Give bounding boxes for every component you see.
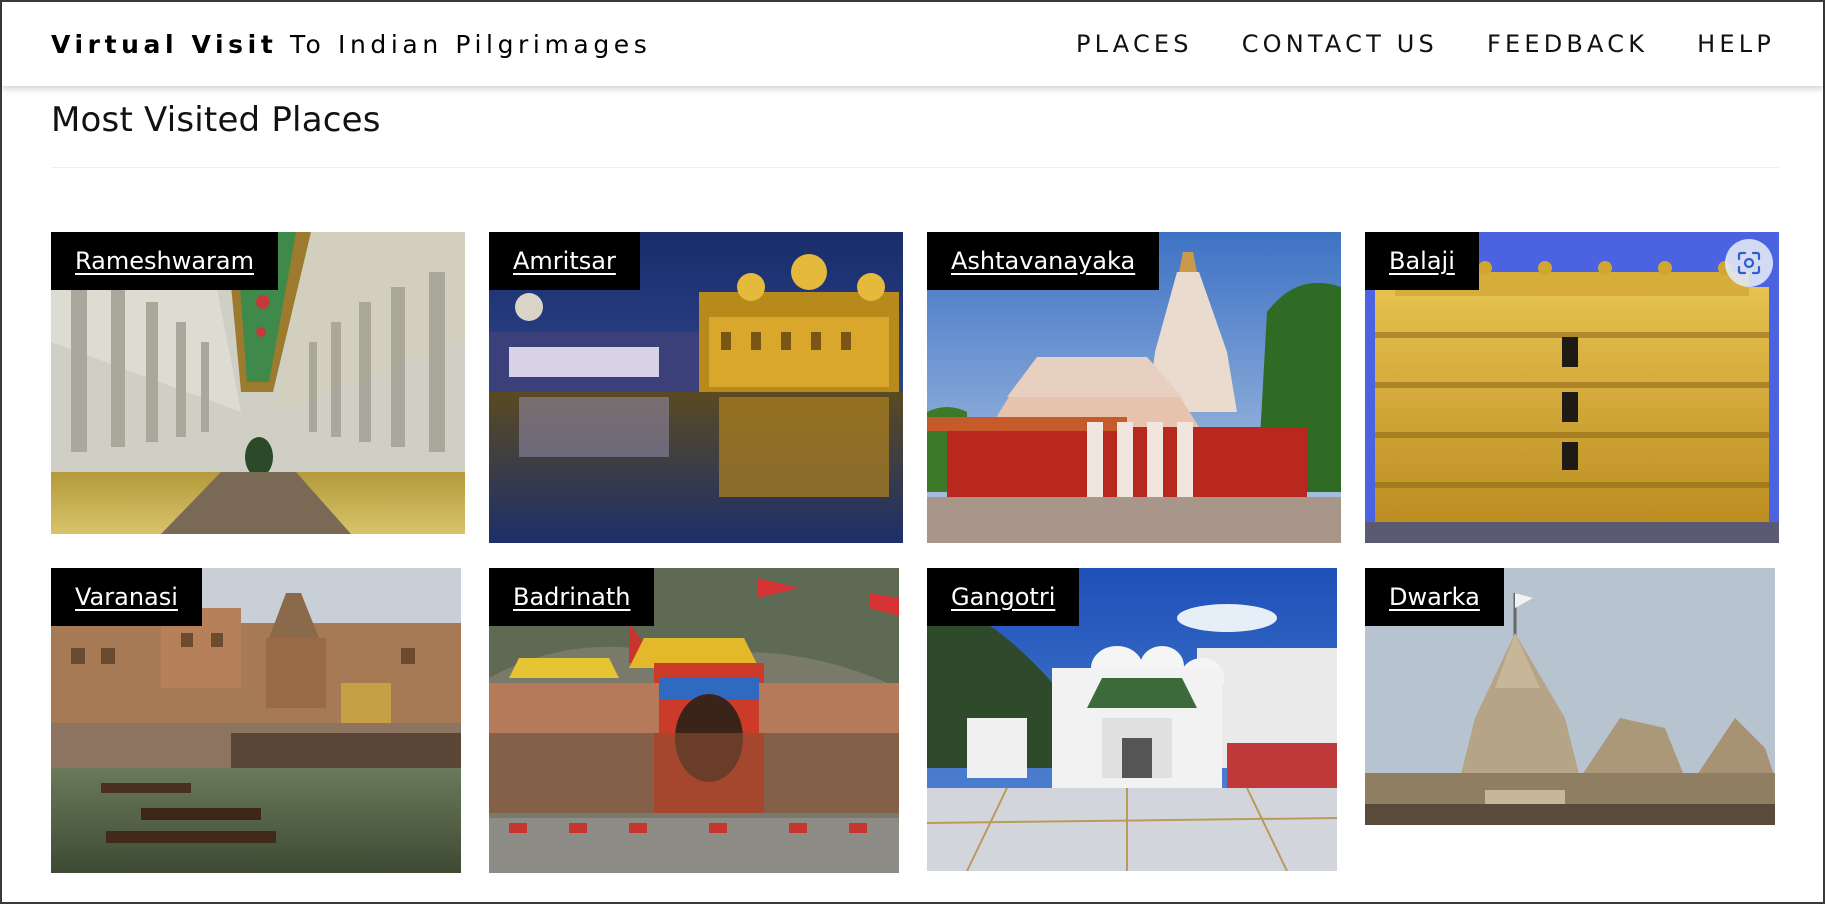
section-divider [51, 167, 1779, 168]
main-nav: PLACES CONTACT US FEEDBACK HELP [1076, 30, 1775, 58]
site-brand[interactable]: Virtual Visit To Indian Pilgrimages [51, 30, 651, 59]
place-card-amritsar[interactable]: Amritsar [489, 232, 903, 543]
nav-help-link[interactable]: HELP [1697, 30, 1775, 58]
nav-contact-link[interactable]: CONTACT US [1242, 30, 1438, 58]
place-link-ashtavanayaka[interactable]: Ashtavanayaka [927, 232, 1160, 290]
place-card-badrinath[interactable]: Badrinath [489, 568, 899, 873]
place-card-balaji[interactable]: Balaji [1365, 232, 1779, 543]
section-title: Most Visited Places [51, 100, 381, 140]
place-card-dwarka[interactable]: Dwarka [1365, 568, 1775, 825]
lens-scan-glyph [1737, 251, 1761, 275]
nav-places-link[interactable]: PLACES [1076, 30, 1193, 58]
place-card-gangotri[interactable]: Gangotri [927, 568, 1337, 871]
place-link-balaji[interactable]: Balaji [1365, 232, 1479, 290]
nav-feedback-link[interactable]: FEEDBACK [1487, 30, 1648, 58]
place-card-rameshwaram[interactable]: Rameshwaram [51, 232, 465, 534]
lens-scan-icon[interactable] [1725, 239, 1773, 287]
place-link-gangotri[interactable]: Gangotri [927, 568, 1080, 626]
brand-bold-text: Virtual Visit [51, 29, 278, 59]
place-link-varanasi[interactable]: Varanasi [51, 568, 202, 626]
place-link-rameshwaram[interactable]: Rameshwaram [51, 232, 279, 290]
place-link-badrinath[interactable]: Badrinath [489, 568, 655, 626]
top-navbar: Virtual Visit To Indian Pilgrimages PLAC… [2, 2, 1823, 86]
place-link-dwarka[interactable]: Dwarka [1365, 568, 1504, 626]
place-link-amritsar[interactable]: Amritsar [489, 232, 640, 290]
brand-rest-text: To Indian Pilgrimages [289, 29, 652, 59]
place-card-ashtavanayaka[interactable]: Ashtavanayaka [927, 232, 1341, 543]
place-card-varanasi[interactable]: Varanasi [51, 568, 461, 873]
